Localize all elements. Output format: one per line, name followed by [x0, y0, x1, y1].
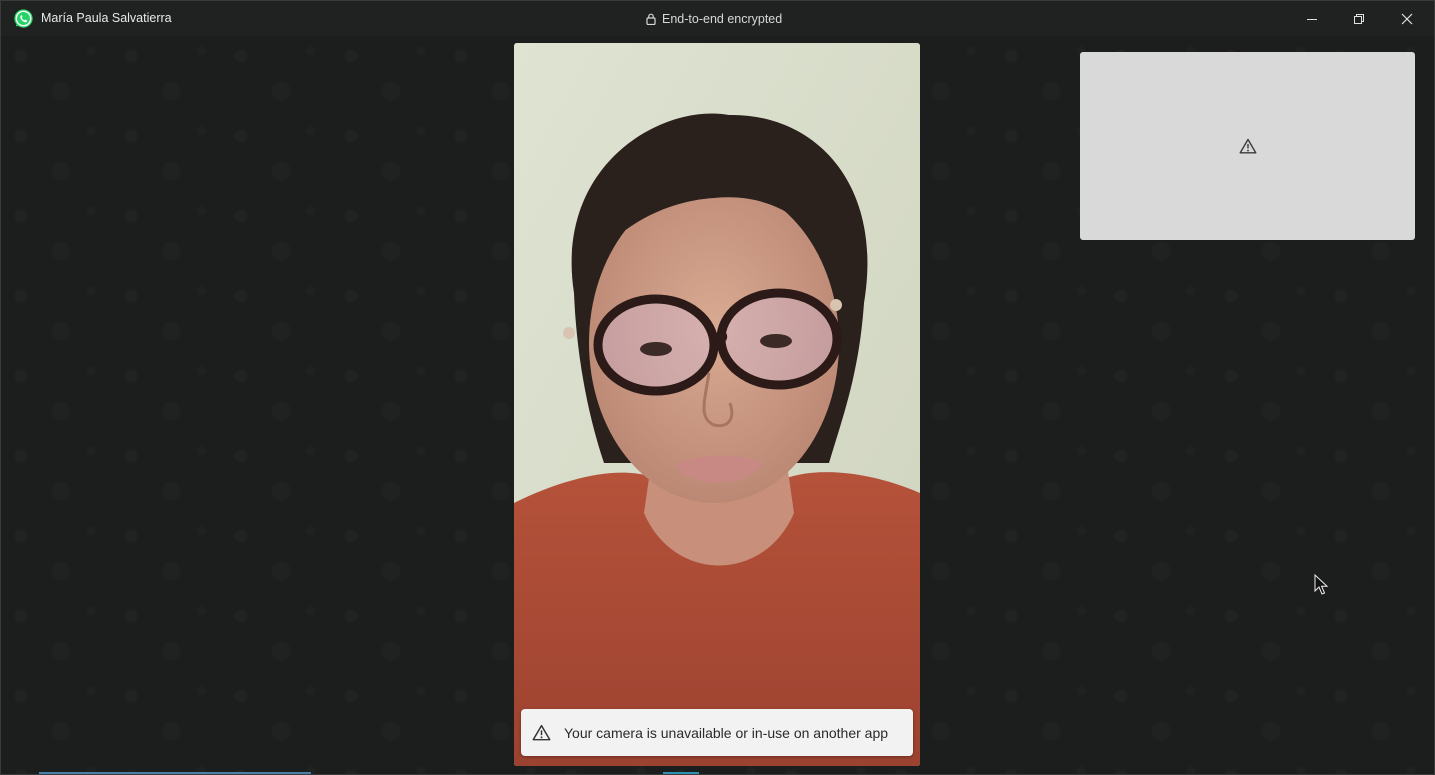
encryption-label: End-to-end encrypted: [662, 12, 783, 26]
whatsapp-icon: [14, 9, 33, 28]
taskbar-indicator: [39, 772, 311, 774]
lock-icon: [646, 13, 656, 25]
encryption-status: End-to-end encrypted: [646, 12, 782, 26]
mouse-cursor-icon: [1314, 574, 1328, 595]
camera-unavailable-toast: Your camera is unavailable or in-use on …: [521, 709, 913, 756]
restore-icon: [1354, 13, 1364, 24]
contact-name: María Paula Salvatierra: [41, 11, 172, 25]
remote-participant-video[interactable]: [514, 43, 920, 766]
minimize-button[interactable]: [1289, 1, 1335, 36]
call-window: María Paula Salvatierra End-to-end encry…: [0, 0, 1435, 775]
minimize-icon: [1307, 18, 1317, 20]
title-bar: María Paula Salvatierra End-to-end encry…: [1, 1, 1434, 36]
restore-button[interactable]: [1336, 1, 1382, 36]
self-view-tile[interactable]: [1080, 52, 1415, 240]
taskbar-indicator-2: [663, 772, 699, 774]
close-button[interactable]: [1384, 1, 1430, 36]
warning-icon: [532, 724, 551, 741]
camera-notice-text: Your camera is unavailable or in-use on …: [564, 724, 889, 741]
video-frame: [514, 43, 920, 766]
warning-icon: [1239, 138, 1256, 154]
close-icon: [1401, 13, 1413, 24]
